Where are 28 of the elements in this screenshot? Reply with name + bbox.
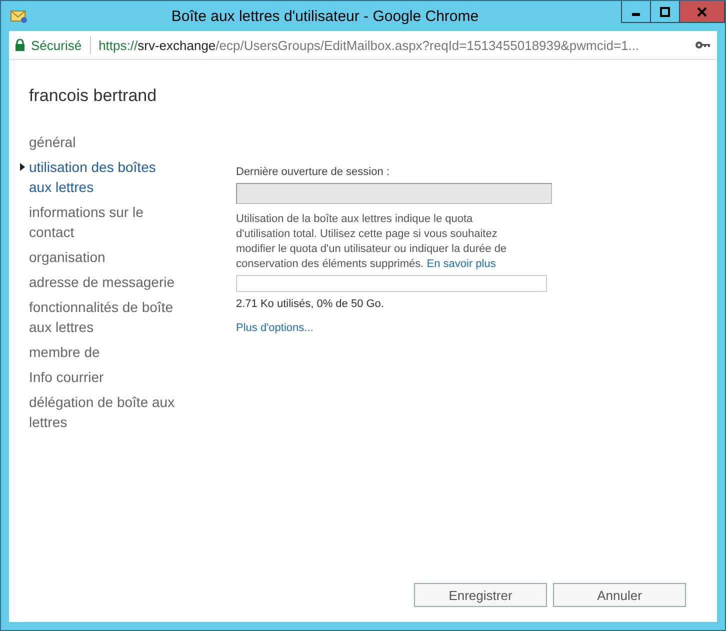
nav-item[interactable]: utilisation des boîtes aux lettres: [29, 157, 179, 197]
url-text: https://srv-exchange/ecp/UsersGroups/EditMailbox.aspx?reqId=1513455018939&pwmcid=1...: [98, 38, 640, 52]
minimize-icon: [632, 13, 640, 16]
lock-icon: [15, 39, 25, 51]
envelope-icon: [10, 8, 28, 24]
learn-more-link[interactable]: En savoir plus: [426, 258, 496, 270]
field-label: Dernière ouverture de session :: [236, 166, 390, 178]
close-button[interactable]: [679, 1, 725, 23]
nav-item[interactable]: adresse de messagerie: [29, 272, 179, 292]
nav-item[interactable]: général: [29, 132, 179, 152]
security-label: Sécurisé: [31, 38, 82, 52]
nav-item[interactable]: délégation de boîte aux lettres: [29, 392, 179, 432]
more-options-link[interactable]: Plus d'options...: [236, 322, 314, 334]
maximize-icon: [660, 6, 670, 16]
nav-item[interactable]: Info courrier: [29, 367, 179, 387]
address-bar[interactable]: Sécurisé https://srv-exchange/ecp/UsersGroups/EditMailbox.aspx?reqId=1513455018939&pwmcid=1...: [9, 31, 717, 60]
description-text: Utilisation de la boîte aux lettres indique le quota d'utilisation total. Utilisez cette page si vous souhaitez modifier le quota d'un utilisateur ou indiquer la durée de conservation des éléments supprimés. En savoir plus: [236, 212, 508, 272]
usage-text: 2.71 Ko utilisés, 0% de 50 Go.: [236, 298, 385, 310]
window-title: Boîte aux lettres d'utilisateur - Google Chrome: [170, 8, 480, 24]
cancel-button[interactable]: Annuler: [553, 583, 686, 607]
minimize-button[interactable]: [621, 1, 651, 23]
pointer-icon: [20, 163, 25, 171]
page-title: francois bertrand: [29, 86, 158, 106]
nav-item[interactable]: organisation: [29, 247, 179, 267]
nav-item[interactable]: membre de: [29, 342, 179, 362]
save-button[interactable]: Enregistrer: [414, 583, 547, 607]
close-icon: [697, 6, 707, 16]
key-icon[interactable]: [695, 40, 711, 50]
